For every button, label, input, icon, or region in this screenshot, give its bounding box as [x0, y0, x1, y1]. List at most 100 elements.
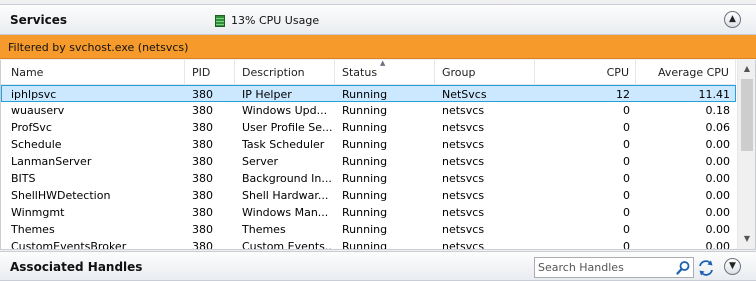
- cell-status: Running: [342, 172, 388, 185]
- cell-group: netsvcs: [442, 172, 485, 185]
- cell-name: ShellHWDetection: [11, 189, 111, 202]
- cell-name: Winmgmt: [11, 206, 65, 219]
- cell-name: CustomEventsBroker: [11, 240, 127, 250]
- column-header-status[interactable]: ▲ Status: [335, 60, 435, 85]
- cell-description: Custom Events...: [242, 240, 332, 250]
- cell-description: Windows Man...: [242, 206, 329, 219]
- cell-average-cpu: 0.18: [705, 104, 731, 117]
- cell-cpu: 0: [623, 104, 630, 117]
- table-row[interactable]: BITS 380 Background In... Running netsvc…: [1, 170, 736, 187]
- cell-average-cpu: 0.00: [705, 240, 731, 250]
- scroll-down-button[interactable]: ▼: [738, 230, 755, 247]
- cell-name: BITS: [11, 172, 36, 185]
- table-row[interactable]: ProfSvc 380 User Profile Se... Running n…: [1, 119, 736, 136]
- chevron-down-icon: ▼: [729, 261, 736, 271]
- cell-cpu: 12: [616, 88, 630, 101]
- services-header: Services 13% CPU Usage ▲: [0, 4, 756, 35]
- search-handles-box: [534, 257, 694, 278]
- cell-description: Task Scheduler: [242, 138, 325, 151]
- cell-status: Running: [342, 155, 388, 168]
- filter-text: Filtered by svchost.exe (netsvcs): [8, 41, 189, 54]
- cell-name: LanmanServer: [11, 155, 92, 168]
- services-title: Services: [10, 13, 68, 27]
- table-row[interactable]: Winmgmt 380 Windows Man... Running netsv…: [1, 204, 736, 221]
- cpu-usage-text: 13% CPU Usage: [231, 14, 320, 27]
- search-handles-input[interactable]: [538, 260, 668, 275]
- cell-pid: 380: [192, 138, 213, 151]
- column-header-description[interactable]: Description: [235, 60, 335, 85]
- table-row[interactable]: iphlpsvc 380 IP Helper Running NetSvcs 1…: [1, 85, 736, 102]
- cell-pid: 380: [192, 155, 213, 168]
- cell-group: netsvcs: [442, 223, 485, 236]
- cell-status: Running: [342, 138, 388, 151]
- cell-status: Running: [342, 206, 388, 219]
- cell-name: iphlpsvc: [11, 88, 57, 101]
- cell-name: wuauserv: [11, 104, 65, 117]
- cell-group: NetSvcs: [442, 88, 487, 101]
- table-header-row: Name PID Description ▲ Status Group CPU …: [1, 60, 736, 85]
- cell-name: Themes: [11, 223, 55, 236]
- expand-handles-button[interactable]: ▼: [724, 258, 741, 275]
- cell-description: Server: [242, 155, 279, 168]
- cell-status: Running: [342, 240, 388, 250]
- table-row[interactable]: Schedule 380 Task Scheduler Running nets…: [1, 136, 736, 153]
- sort-ascending-icon: ▲: [380, 60, 386, 67]
- filter-bar: Filtered by svchost.exe (netsvcs): [0, 35, 756, 59]
- scroll-up-button[interactable]: ▲: [738, 60, 755, 77]
- search-icon[interactable]: [675, 260, 691, 276]
- cell-average-cpu: 0.06: [705, 121, 731, 134]
- table-body: iphlpsvc 380 IP Helper Running NetSvcs 1…: [1, 85, 736, 250]
- cell-group: netsvcs: [442, 104, 485, 117]
- column-header-name[interactable]: Name: [1, 60, 185, 85]
- refresh-icon[interactable]: [697, 259, 715, 277]
- table-row[interactable]: wuauserv 380 Windows Upd... Running nets…: [1, 102, 736, 119]
- table-row[interactable]: CustomEventsBroker 380 Custom Events... …: [1, 238, 736, 250]
- cpu-usage-indicator: 13% CPU Usage: [215, 14, 319, 27]
- cell-average-cpu: 0.00: [705, 189, 731, 202]
- cell-cpu: 0: [623, 223, 630, 236]
- cell-group: netsvcs: [442, 240, 485, 250]
- vertical-scrollbar[interactable]: ▲ ▼: [737, 60, 755, 249]
- cell-cpu: 0: [623, 155, 630, 168]
- cell-name: Schedule: [11, 138, 62, 151]
- cell-description: IP Helper: [242, 88, 292, 101]
- cell-cpu: 0: [623, 206, 630, 219]
- cell-description: Windows Upd...: [242, 104, 328, 117]
- chevron-down-icon: ▼: [743, 234, 751, 243]
- handles-title: Associated Handles: [10, 260, 143, 274]
- cell-pid: 380: [192, 88, 213, 101]
- column-header-pid[interactable]: PID: [185, 60, 235, 85]
- cell-name: ProfSvc: [11, 121, 52, 134]
- cell-average-cpu: 0.00: [705, 206, 731, 219]
- cell-cpu: 0: [623, 121, 630, 134]
- cell-average-cpu: 0.00: [705, 223, 731, 236]
- cell-pid: 380: [192, 223, 213, 236]
- cell-pid: 380: [192, 104, 213, 117]
- cell-pid: 380: [192, 206, 213, 219]
- cell-group: netsvcs: [442, 189, 485, 202]
- cell-description: Shell Hardwar...: [242, 189, 329, 202]
- cell-average-cpu: 0.00: [705, 155, 731, 168]
- table-row[interactable]: Themes 380 Themes Running netsvcs 0 0.00: [1, 221, 736, 238]
- cell-pid: 380: [192, 189, 213, 202]
- cpu-meter-icon: [215, 14, 225, 27]
- table-row[interactable]: LanmanServer 380 Server Running netsvcs …: [1, 153, 736, 170]
- column-header-group[interactable]: Group: [435, 60, 535, 85]
- column-header-average-cpu[interactable]: Average CPU: [636, 60, 736, 85]
- cell-group: netsvcs: [442, 138, 485, 151]
- chevron-up-icon: ▲: [729, 14, 736, 24]
- cell-average-cpu: 0.00: [705, 172, 731, 185]
- cell-group: netsvcs: [442, 121, 485, 134]
- services-table: Name PID Description ▲ Status Group CPU …: [0, 60, 756, 250]
- handles-header: Associated Handles ▼: [0, 251, 756, 281]
- cell-status: Running: [342, 223, 388, 236]
- column-header-status-label: Status: [342, 66, 378, 79]
- collapse-services-button[interactable]: ▲: [724, 11, 741, 28]
- cell-status: Running: [342, 121, 388, 134]
- table-row[interactable]: ShellHWDetection 380 Shell Hardwar... Ru…: [1, 187, 736, 204]
- column-header-cpu[interactable]: CPU: [535, 60, 636, 85]
- cell-cpu: 0: [623, 172, 630, 185]
- scroll-thumb[interactable]: [741, 79, 753, 151]
- cell-description: User Profile Se...: [242, 121, 332, 134]
- cell-status: Running: [342, 104, 388, 117]
